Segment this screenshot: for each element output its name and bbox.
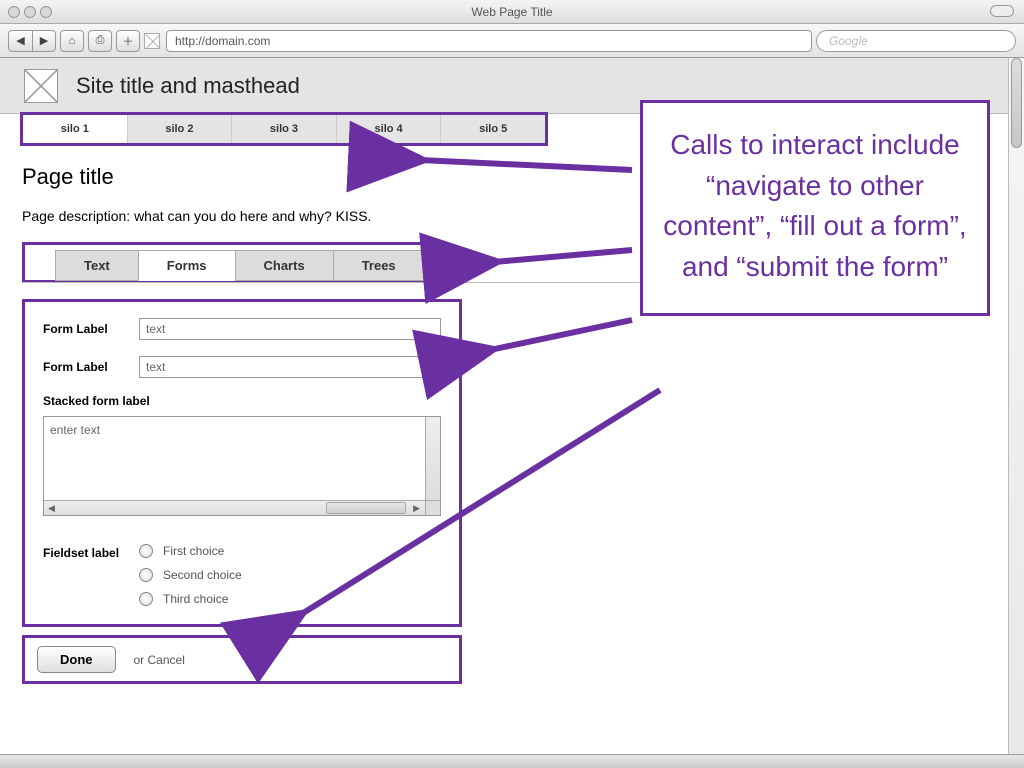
silo-tab-4[interactable]: silo 4 [337,115,442,143]
radio-choice-2[interactable]: Second choice [139,568,242,582]
minimize-icon[interactable] [24,6,36,18]
silo-tab-2[interactable]: silo 2 [128,115,233,143]
site-title: Site title and masthead [76,73,300,99]
search-placeholder: Google [829,34,868,48]
radio-icon[interactable] [139,568,153,582]
tab-trees[interactable]: Trees [333,250,425,281]
silo-nav: silo 1silo 2silo 3silo 4silo 5 [20,112,548,146]
add-button[interactable]: ＋ [116,30,140,52]
radio-icon[interactable] [139,592,153,606]
radio-choice-1[interactable]: First choice [139,544,242,558]
silo-tab-3[interactable]: silo 3 [232,115,337,143]
form-panel: Form Label Form Label Stacked form label… [22,299,462,627]
toolbar-pill-icon[interactable] [990,5,1014,17]
text-input-1[interactable] [139,318,441,340]
search-input[interactable]: Google [816,30,1016,52]
zoom-icon[interactable] [40,6,52,18]
page-vscroll[interactable] [1008,58,1024,754]
window-title: Web Page Title [0,5,1024,19]
browser-toolbar: ◀ ▶ ⌂ ⎙ ＋ http://domain.com Google [0,24,1024,58]
annotation-callout: Calls to interact include “navigate to o… [640,100,990,316]
textarea-input[interactable]: enter text ▶ [43,416,441,516]
scroll-thumb[interactable] [1011,58,1022,148]
textarea-hscroll[interactable]: ▶ [44,500,440,515]
stacked-form-label: Stacked form label [43,394,441,408]
close-icon[interactable] [8,6,20,18]
tab-bar: TextFormsChartsTrees [22,242,431,283]
silo-tab-5[interactable]: silo 5 [441,115,545,143]
home-button[interactable]: ⌂ [60,30,84,52]
radio-icon[interactable] [139,544,153,558]
tab-text[interactable]: Text [55,250,139,281]
annotation-text: Calls to interact include “navigate to o… [663,129,966,282]
radio-label: First choice [163,544,224,558]
window-controls[interactable] [8,6,52,18]
radio-label: Second choice [163,568,242,582]
address-bar[interactable]: http://domain.com [166,30,812,52]
address-text: http://domain.com [175,34,270,48]
favicon-placeholder-icon [144,33,160,49]
tab-charts[interactable]: Charts [235,250,334,281]
text-input-2[interactable] [139,356,441,378]
print-button[interactable]: ⎙ [88,30,112,52]
form-actions: Done or Cancel [22,635,462,684]
radio-choice-3[interactable]: Third choice [139,592,242,606]
back-button[interactable]: ◀ [8,30,32,52]
radio-label: Third choice [163,592,228,606]
textarea-placeholder: enter text [50,423,100,437]
silo-tab-1[interactable]: silo 1 [23,115,128,143]
logo-placeholder-icon [24,69,58,103]
status-bar [0,754,1024,768]
fieldset-label: Fieldset label [43,544,139,606]
form-label-1: Form Label [43,322,139,336]
form-label-2: Form Label [43,360,139,374]
window-titlebar: Web Page Title [0,0,1024,24]
forward-button[interactable]: ▶ [32,30,56,52]
textarea-vscroll[interactable] [425,417,440,500]
done-button[interactable]: Done [37,646,116,673]
tab-forms[interactable]: Forms [138,250,236,281]
cancel-link[interactable]: or Cancel [134,653,185,667]
resize-grip-icon[interactable] [425,500,440,515]
